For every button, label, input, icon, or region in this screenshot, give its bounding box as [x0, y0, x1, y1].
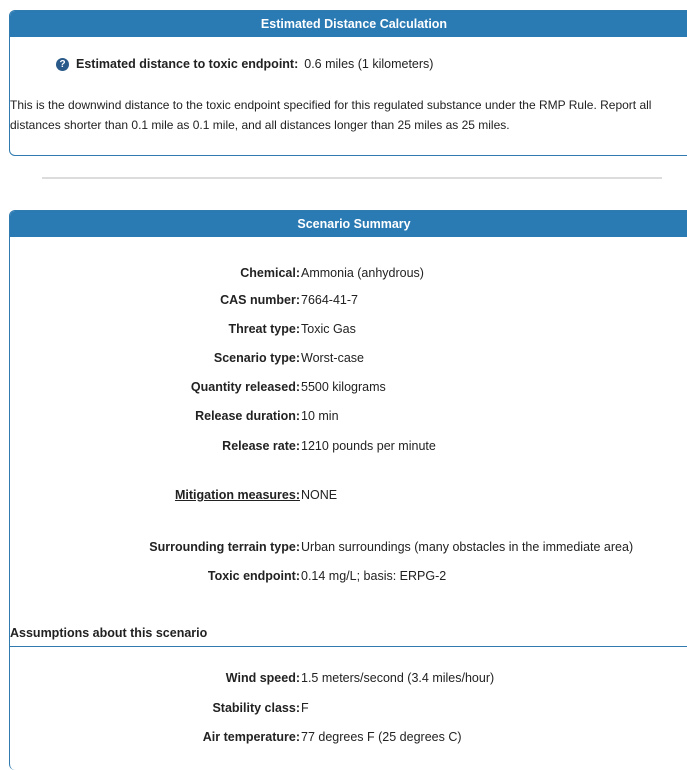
row-value: NONE [301, 488, 338, 502]
result-description: This is the downwind distance to the tox… [10, 98, 652, 132]
row-value: 77 degrees F (25 degrees C) [301, 730, 462, 744]
row-label: Stability class: [212, 701, 300, 715]
row-label: Chemical: [240, 266, 300, 280]
panel-title: Scenario Summary [10, 211, 687, 237]
row-value: Toxic Gas [301, 322, 356, 336]
row-value: 0.14 mg/L; basis: ERPG-2 [301, 569, 447, 583]
distance-calculation-panel: Estimated Distance Calculation ? Estimat… [9, 10, 687, 156]
summary-row-toxic-endpoint: Toxic endpoint: 0.14 mg/L; basis: ERPG-2 [10, 566, 687, 586]
row-label: Toxic endpoint: [207, 569, 300, 583]
row-label: CAS number: [220, 293, 300, 307]
row-value: 1210 pounds per minute [301, 439, 436, 453]
row-label: Release duration: [195, 409, 300, 423]
estimated-distance-result: ? Estimated distance to toxic endpoint: … [56, 57, 433, 71]
summary-row-release-rate: Release rate: 1210 pounds per minute [10, 436, 687, 456]
row-value: 5500 kilograms [301, 380, 386, 394]
row-value: F [301, 701, 309, 715]
assumption-row-air-temperature: Air temperature: 77 degrees F (25 degree… [10, 727, 687, 747]
row-value: 1.5 meters/second (3.4 miles/hour) [301, 671, 495, 685]
result-label: Estimated distance to toxic endpoint: [76, 57, 299, 71]
row-label: Surrounding terrain type: [149, 540, 300, 554]
row-label: Threat type: [228, 322, 300, 336]
summary-row-quantity-released: Quantity released: 5500 kilograms [10, 377, 687, 397]
row-value: Ammonia (anhydrous) [301, 266, 424, 280]
assumptions-rule [10, 646, 687, 647]
row-value: Urban surroundings (many obstacles in th… [301, 540, 634, 554]
panel-title: Estimated Distance Calculation [10, 11, 687, 37]
summary-row-cas-number: CAS number: 7664-41-7 [10, 290, 687, 310]
row-label: Scenario type: [213, 351, 300, 365]
scenario-summary-panel: Scenario Summary Chemical: Ammonia (anhy… [9, 210, 687, 770]
row-value: 7664-41-7 [301, 293, 358, 307]
result-value: 0.6 miles (1 kilometers) [304, 57, 434, 71]
assumption-row-stability-class: Stability class: F [10, 698, 687, 718]
assumptions-heading: Assumptions about this scenario [10, 626, 208, 640]
summary-row-chemical: Chemical: Ammonia (anhydrous) [10, 263, 687, 283]
row-label: Release rate: [222, 439, 300, 453]
summary-row-scenario-type: Scenario type: Worst-case [10, 348, 687, 368]
assumption-row-wind-speed: Wind speed: 1.5 meters/second (3.4 miles… [10, 668, 687, 688]
row-label: Quantity released: [190, 380, 300, 394]
row-label: Wind speed: [225, 671, 300, 685]
summary-row-mitigation-measures: Mitigation measures: NONE [10, 485, 687, 505]
section-divider [42, 177, 662, 179]
row-value: Worst-case [301, 351, 364, 365]
row-value: 10 min [301, 409, 339, 423]
mitigation-measures-link[interactable]: Mitigation measures: [175, 485, 300, 505]
summary-row-release-duration: Release duration: 10 min [10, 406, 687, 426]
summary-row-threat-type: Threat type: Toxic Gas [10, 319, 687, 339]
row-label: Air temperature: [202, 730, 300, 744]
summary-row-terrain-type: Surrounding terrain type: Urban surround… [10, 537, 687, 557]
help-icon[interactable]: ? [56, 57, 69, 71]
